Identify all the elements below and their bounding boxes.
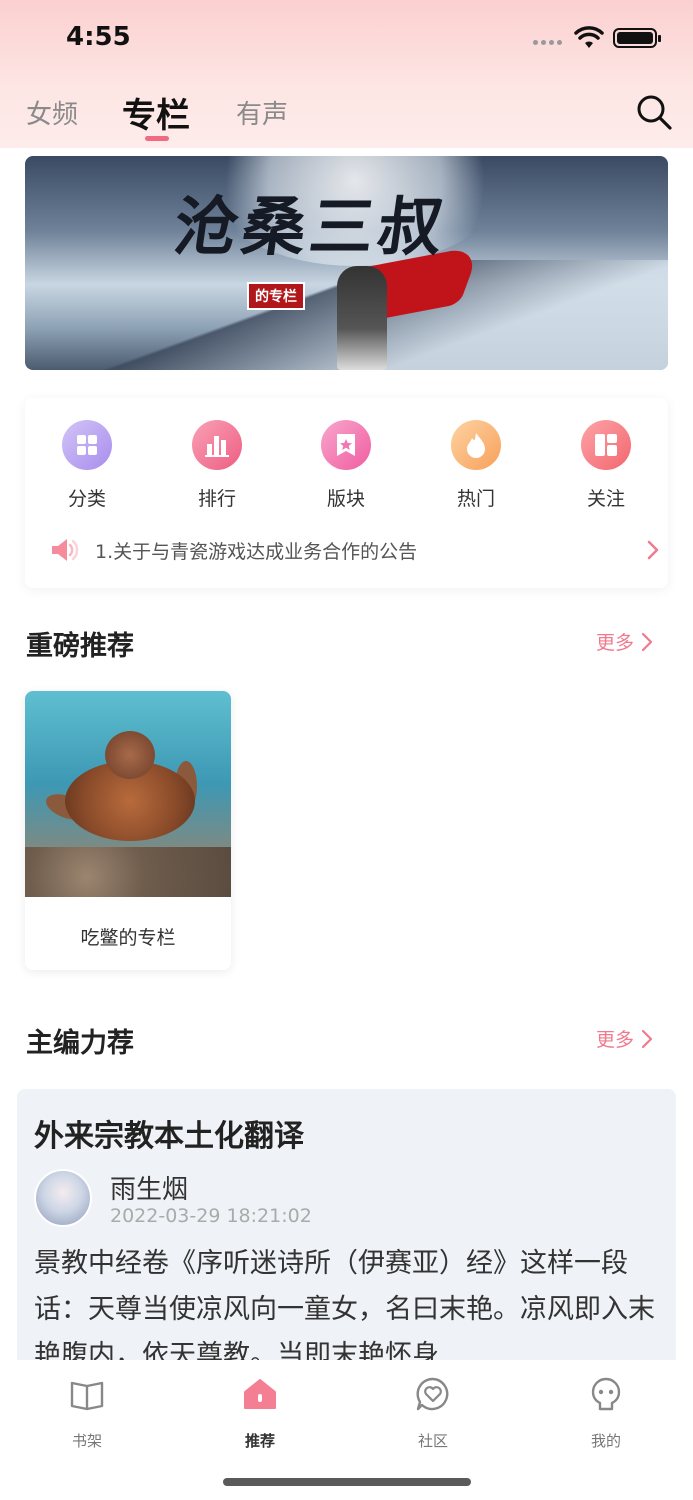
- chat-heart-icon: [416, 1377, 449, 1411]
- tab-column[interactable]: 专栏: [122, 88, 190, 137]
- chevron-right-icon: [641, 632, 653, 651]
- book-icon: [70, 1381, 104, 1411]
- featured-column-card[interactable]: 吃鳖的专栏: [25, 691, 231, 970]
- article-title: 外来宗教本土化翻译: [34, 1119, 304, 1154]
- nav-bookshelf[interactable]: 书架: [47, 1376, 127, 1451]
- menu-item-follow[interactable]: 关注: [566, 420, 646, 511]
- battery-icon: [613, 28, 661, 48]
- menu-item-category[interactable]: 分类: [47, 420, 127, 511]
- user-icon: [591, 1377, 621, 1411]
- menu-label: 热门: [456, 488, 495, 510]
- status-time: 4:55: [66, 22, 131, 52]
- tab-female[interactable]: 女频: [26, 94, 78, 131]
- banner-tag: 的专栏: [247, 282, 305, 310]
- editor-pick-article-card[interactable]: 外来宗教本土化翻译 雨生烟 2022-03-29 18:21:02 景教中经卷《…: [17, 1089, 676, 1364]
- status-bar: 4:55: [0, 0, 693, 76]
- nav-label: 书架: [71, 1432, 102, 1450]
- flame-icon: [451, 420, 501, 470]
- chevron-right-icon: [641, 1029, 653, 1048]
- menu-label: 分类: [67, 488, 106, 510]
- more-label: 更多: [596, 632, 635, 654]
- top-tabs: 女频 专栏 有声: [0, 86, 693, 142]
- column-title: 吃鳖的专栏: [80, 927, 176, 949]
- search-icon[interactable]: [634, 92, 674, 132]
- tab-audio[interactable]: 有声: [236, 94, 288, 131]
- quick-menu-card: 分类 排行 版块 热门 关注 1.关于与青瓷游戏达成业务合作的公告: [25, 398, 668, 588]
- cellular-signal-icon: [533, 40, 562, 45]
- editor-pick-more-link[interactable]: 更多: [596, 1025, 654, 1052]
- speaker-icon: [52, 539, 79, 561]
- editor-pick-section-title: 主编力荐: [26, 1028, 134, 1059]
- nav-profile[interactable]: 我的: [566, 1376, 646, 1451]
- promo-banner[interactable]: 沧桑三叔 的专栏: [25, 156, 668, 370]
- grid-icon: [62, 420, 112, 470]
- menu-label: 排行: [197, 488, 236, 510]
- active-tab-indicator: [145, 136, 169, 141]
- menu-item-board[interactable]: 版块: [306, 420, 386, 511]
- nav-recommend[interactable]: 推荐: [220, 1376, 300, 1451]
- layout-icon: [581, 420, 631, 470]
- bookmark-star-icon: [321, 420, 371, 470]
- banner-figure: [337, 266, 387, 370]
- menu-label: 关注: [586, 488, 625, 510]
- banner-title: 沧桑三叔: [168, 190, 452, 265]
- nav-label: 我的: [590, 1432, 621, 1450]
- menu-item-ranking[interactable]: 排行: [177, 420, 257, 511]
- author-avatar[interactable]: [34, 1169, 92, 1227]
- menu-label: 版块: [326, 488, 365, 510]
- notice-bar[interactable]: 1.关于与青瓷游戏达成业务合作的公告: [49, 532, 659, 568]
- featured-section-title: 重磅推荐: [26, 631, 134, 662]
- wifi-icon: [574, 26, 604, 48]
- featured-more-link[interactable]: 更多: [596, 628, 654, 655]
- home-indicator: [223, 1478, 471, 1486]
- column-cover-image: [25, 691, 231, 897]
- nav-label: 推荐: [244, 1432, 275, 1450]
- more-label: 更多: [596, 1029, 635, 1051]
- chevron-right-icon: [647, 540, 659, 560]
- author-name: 雨生烟: [110, 1175, 189, 1205]
- nav-community[interactable]: 社区: [393, 1376, 473, 1451]
- bar-chart-icon: [192, 420, 242, 470]
- menu-item-hot[interactable]: 热门: [436, 420, 516, 511]
- home-icon: [244, 1379, 276, 1409]
- nav-label: 社区: [417, 1432, 448, 1450]
- article-excerpt: 景教中经卷《序听迷诗所（伊赛亚）经》这样一段话：天尊当使凉风向一童女，名曰末艳。…: [34, 1248, 655, 1364]
- notice-text: 1.关于与青瓷游戏达成业务合作的公告: [95, 541, 418, 563]
- article-date: 2022-03-29 18:21:02: [110, 1205, 312, 1227]
